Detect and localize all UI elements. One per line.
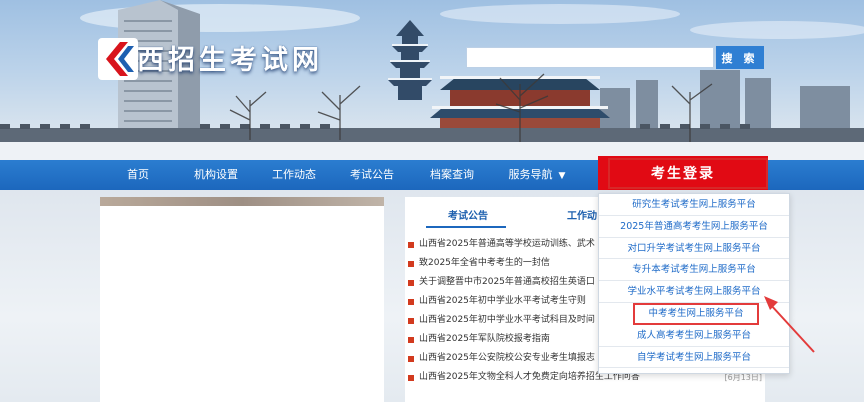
news-title: 山西省2025年初中学业水平考试考生守则 xyxy=(419,296,586,306)
nav-item-organization[interactable]: 机构设置 xyxy=(188,160,244,190)
bullet-icon xyxy=(408,298,414,305)
bullet-icon xyxy=(408,260,414,267)
nav-item-home[interactable]: 首页 xyxy=(118,160,158,190)
nav-item-service-guide[interactable]: 服务导航 ▼ xyxy=(502,160,572,190)
nav-item-archive-query[interactable]: 档案查询 xyxy=(424,160,480,190)
dropdown-item-vocational-admission[interactable]: 对口升学考试考生网上服务平台 xyxy=(599,238,789,260)
nav-item-exam-notice[interactable]: 考试公告 xyxy=(344,160,400,190)
dropdown-item-graduate-exam[interactable]: 研究生考试考生网上服务平台 xyxy=(599,194,789,216)
bullet-icon xyxy=(408,241,414,248)
news-title: 致2025年全省中考考生的一封信 xyxy=(419,258,550,268)
banner-scenery xyxy=(0,0,864,160)
search-input[interactable] xyxy=(466,47,714,68)
logo-mark-icon xyxy=(98,38,138,80)
news-title: 山西省2025年军队院校报考指南 xyxy=(419,334,550,344)
header-banner: 山西招生考试网 搜 索 xyxy=(0,0,864,160)
dropdown-item-zhongkao[interactable]: 中考考生网上服务平台 xyxy=(633,302,759,325)
bullet-icon xyxy=(408,355,414,362)
image-carousel[interactable] xyxy=(100,197,384,402)
bullet-icon xyxy=(408,317,414,324)
search-button[interactable]: 搜 索 xyxy=(716,46,764,69)
tab-exam-notice[interactable]: 考试公告 xyxy=(448,207,488,222)
news-title: 关于调整晋中市2025年普通高校招生英语口 xyxy=(419,277,595,287)
bullet-icon xyxy=(408,374,414,381)
dropdown-item-upgrade-bachelor[interactable]: 专升本考试考生网上服务平台 xyxy=(599,259,789,282)
news-title: 山西省2025年初中学业水平考试科目及时间 xyxy=(419,315,595,325)
site-logo[interactable]: 山西招生考试网 xyxy=(98,38,323,80)
site-title: 山西招生考试网 xyxy=(106,45,323,76)
news-title: 山西省2025年普通高等学校运动训练、武术 xyxy=(419,239,595,249)
annotation-arrow-icon xyxy=(764,296,815,353)
bullet-icon xyxy=(408,336,414,343)
carousel-image-strip xyxy=(100,197,384,206)
news-title: 山西省2025年公安院校公安专业考生填报志 xyxy=(419,353,595,363)
caret-down-icon: ▼ xyxy=(558,171,566,181)
bullet-icon xyxy=(408,279,414,286)
tab-work-news[interactable]: 工作动 xyxy=(567,207,597,222)
dropdown-item-gaokao[interactable]: 2025年普通高考考生网上服务平台 xyxy=(599,216,789,238)
student-login-button[interactable]: 考生登录 xyxy=(598,156,768,192)
nav-item-work-news[interactable]: 工作动态 xyxy=(266,160,322,190)
nav-item-service-guide-label: 服务导航 xyxy=(508,168,553,181)
active-tab-indicator xyxy=(426,226,506,228)
